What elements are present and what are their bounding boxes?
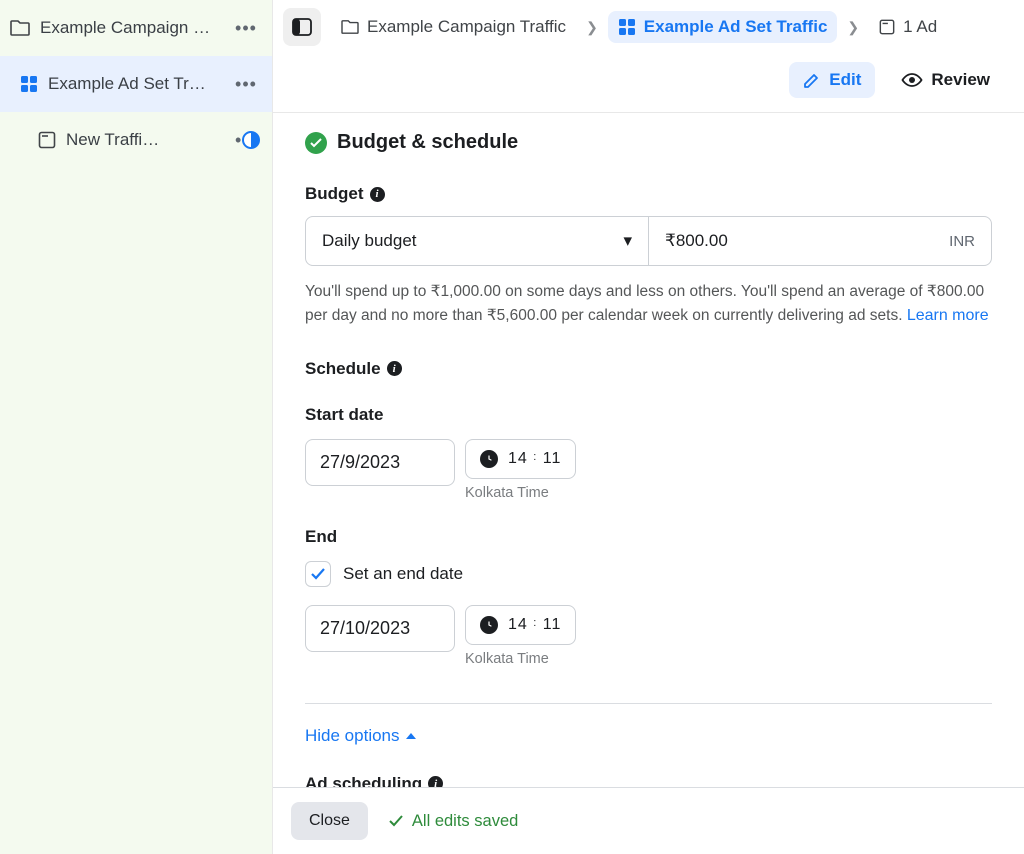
folder-icon: [10, 19, 30, 37]
currency-label: INR: [949, 233, 975, 250]
clock-icon: [480, 450, 498, 468]
end-timezone: Kolkata Time: [465, 651, 576, 667]
info-icon[interactable]: i: [387, 361, 402, 376]
more-icon[interactable]: •••: [232, 18, 260, 39]
end-time-value: 14 : 11: [508, 616, 561, 634]
content-area: Budget & schedule Budget i Daily budget …: [273, 112, 1024, 854]
start-time-input[interactable]: 14 : 11: [465, 439, 576, 479]
end-checkbox-row: Set an end date: [305, 561, 992, 587]
end-checkbox-label: Set an end date: [343, 564, 463, 584]
check-badge-icon: [305, 132, 327, 154]
mode-toolbar: Edit Review: [273, 54, 1024, 112]
budget-type-value: Daily budget: [322, 231, 417, 251]
save-status: All edits saved: [388, 812, 518, 831]
edit-button[interactable]: Edit: [789, 62, 875, 98]
sidebar-item-ad[interactable]: New Traffi… •••: [0, 112, 272, 168]
review-label: Review: [931, 70, 990, 90]
info-icon[interactable]: i: [370, 187, 385, 202]
section-header: Budget & schedule: [305, 113, 992, 176]
breadcrumb-adset[interactable]: Example Ad Set Traffic: [608, 11, 838, 43]
end-date-checkbox[interactable]: [305, 561, 331, 587]
caret-down-icon: ▾: [623, 231, 632, 251]
sidebar-item-label: Example Campaign …: [40, 18, 222, 38]
ad-icon: [38, 131, 56, 149]
sidebar-item-adset[interactable]: Example Ad Set Tr… •••: [0, 56, 272, 112]
left-sidebar: Example Campaign … ••• Example Ad Set Tr…: [0, 0, 273, 854]
budget-amount-value: ₹800.00: [665, 231, 728, 251]
grid-icon: [20, 75, 38, 93]
divider: [305, 703, 992, 704]
clock-icon: [480, 616, 498, 634]
sidebar-item-label: Example Ad Set Tr…: [48, 74, 222, 94]
start-date-label: Start date: [305, 405, 992, 425]
panel-toggle-button[interactable]: [283, 8, 321, 46]
breadcrumb-label: 1 Ad: [903, 17, 937, 37]
save-status-text: All edits saved: [412, 812, 518, 831]
end-time-input[interactable]: 14 : 11: [465, 605, 576, 645]
end-date-input[interactable]: 27/10/2023: [305, 605, 455, 652]
close-button[interactable]: Close: [291, 802, 368, 840]
main-panel: Example Campaign Traffic ❯ Example Ad Se…: [273, 0, 1024, 854]
budget-type-select[interactable]: Daily budget ▾: [306, 217, 649, 265]
start-datetime-row: 27/9/2023 14 : 11 Kolkata Time: [305, 439, 992, 501]
start-date-input[interactable]: 27/9/2023: [305, 439, 455, 486]
start-time-value: 14 : 11: [508, 450, 561, 468]
hide-options-toggle[interactable]: Hide options: [305, 726, 416, 746]
schedule-label: Schedule i: [305, 359, 992, 379]
breadcrumb-ad[interactable]: 1 Ad: [869, 11, 947, 43]
breadcrumb-label: Example Campaign Traffic: [367, 17, 566, 37]
learn-more-link[interactable]: Learn more: [907, 307, 989, 324]
chevron-right-icon: ❯: [847, 19, 859, 36]
breadcrumb-bar: Example Campaign Traffic ❯ Example Ad Se…: [273, 0, 1024, 54]
budget-row: Daily budget ▾ ₹800.00 INR: [305, 216, 992, 266]
eye-icon: [901, 72, 923, 88]
end-datetime-row: 27/10/2023 14 : 11 Kolkata Time: [305, 605, 992, 667]
budget-label: Budget i: [305, 184, 992, 204]
status-indicator-icon: [242, 131, 260, 149]
bottom-bar: Close All edits saved: [273, 787, 1024, 854]
chevron-right-icon: ❯: [586, 19, 598, 36]
edit-label: Edit: [829, 70, 861, 90]
review-button[interactable]: Review: [887, 62, 1004, 98]
end-label: End: [305, 527, 992, 547]
breadcrumb-campaign[interactable]: Example Campaign Traffic: [331, 11, 576, 43]
section-title: Budget & schedule: [337, 131, 518, 154]
pencil-icon: [803, 71, 821, 89]
start-timezone: Kolkata Time: [465, 485, 576, 501]
budget-help-text: You'll spend up to ₹1,000.00 on some day…: [305, 280, 992, 329]
sidebar-item-label: New Traffi…: [66, 130, 222, 150]
caret-up-icon: [406, 733, 416, 739]
budget-amount-input[interactable]: ₹800.00 INR: [649, 217, 991, 265]
more-icon[interactable]: •••: [232, 74, 260, 95]
sidebar-item-campaign[interactable]: Example Campaign … •••: [0, 0, 272, 56]
check-icon: [388, 814, 404, 828]
breadcrumb-label: Example Ad Set Traffic: [644, 17, 828, 37]
